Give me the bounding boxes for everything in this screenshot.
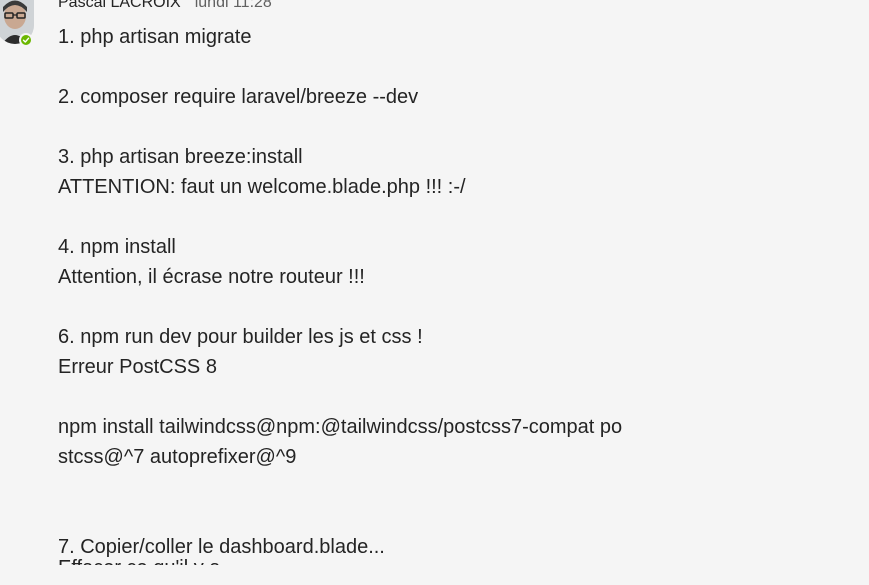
presence-available-icon <box>19 33 33 47</box>
avatar[interactable] <box>0 0 34 47</box>
message-line: 3. php artisan breeze:install <box>58 146 303 168</box>
message-line: 2. composer require laravel/breeze --dev <box>58 86 419 108</box>
message-line: stcss@^7 autoprefixer@^9 <box>58 446 297 468</box>
message-line-partial: Effacer ce qu'il y a... <box>58 557 238 579</box>
message-line: 1. php artisan migrate <box>58 26 252 48</box>
message-body: 1. php artisan migrate 2. composer requir… <box>58 24 858 564</box>
message-timestamp: lundi 11:28 <box>194 0 272 11</box>
message-line: ATTENTION: faut un welcome.blade.php !!!… <box>58 176 466 198</box>
message-line: 4. npm install <box>58 236 176 258</box>
chat-message: Pascal LACROIX lundi 11:28 1. php artisa… <box>0 0 869 585</box>
message-header: Pascal LACROIX lundi 11:28 <box>58 0 272 18</box>
message-line: npm install tailwindcss@npm:@tailwindcss… <box>58 416 623 438</box>
message-line: 6. npm run dev pour builder les js et cs… <box>58 326 423 348</box>
message-line: Attention, il écrase notre routeur !!! <box>58 266 365 288</box>
author-name[interactable]: Pascal LACROIX <box>58 0 181 12</box>
message-line: Erreur PostCSS 8 <box>58 356 217 378</box>
